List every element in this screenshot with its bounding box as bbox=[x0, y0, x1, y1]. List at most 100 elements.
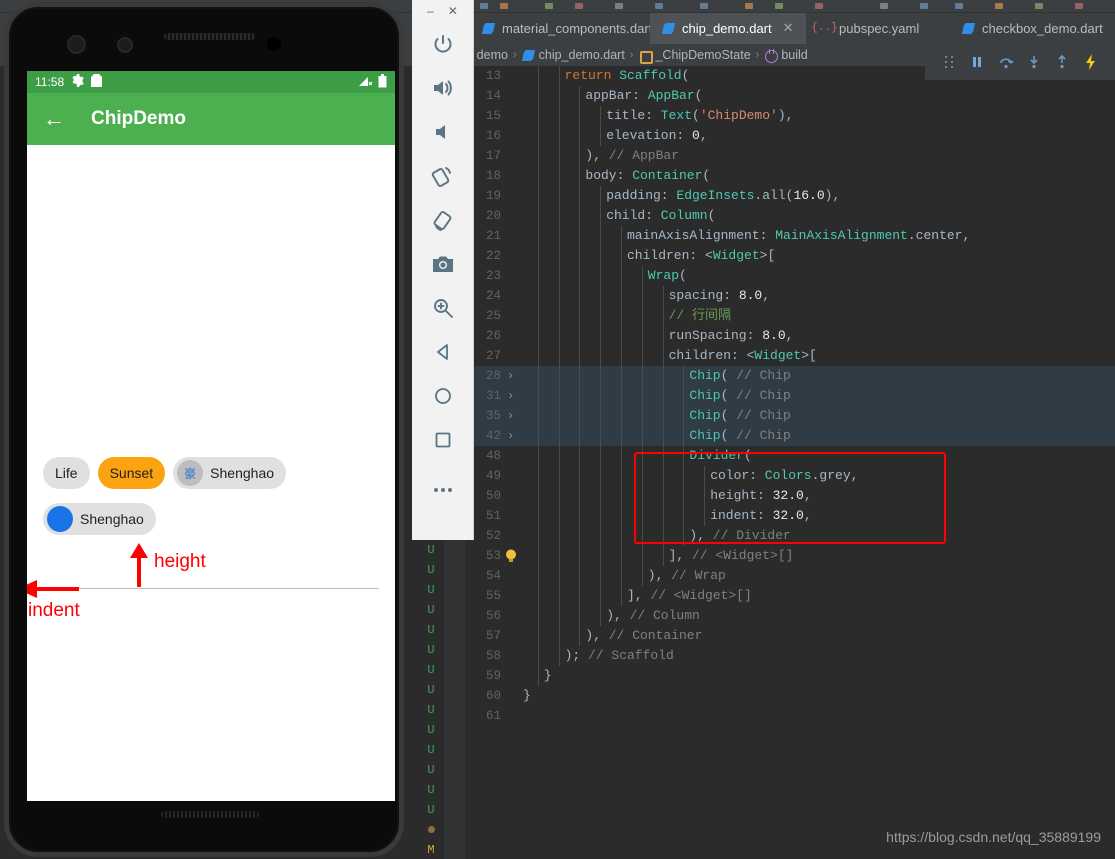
lightbulb-intention-icon[interactable] bbox=[505, 549, 517, 563]
code-line[interactable]: 61 bbox=[465, 706, 1115, 726]
code-text: title: Text('ChipDemo'), bbox=[606, 108, 794, 123]
toolbar-button[interactable] bbox=[480, 3, 488, 9]
editor-tab-material-components[interactable]: material_components.dart bbox=[470, 13, 664, 44]
code-line[interactable]: 14 appBar: AppBar( bbox=[465, 86, 1115, 106]
code-text: } bbox=[543, 668, 552, 683]
code-line[interactable]: 17), // AppBar bbox=[465, 146, 1115, 166]
code-line[interactable]: 15 title: Text('ChipDemo'), bbox=[465, 106, 1115, 126]
breadcrumb-item-chipdemostate[interactable]: _ChipDemoState bbox=[638, 48, 751, 64]
breadcrumb-item-build[interactable]: build bbox=[764, 48, 808, 63]
step-into-icon[interactable] bbox=[1023, 51, 1045, 73]
screenshot-camera-icon[interactable] bbox=[421, 242, 465, 286]
editor-tab-pubspec[interactable]: {..} pubspec.yaml bbox=[805, 13, 931, 44]
toolbar-button[interactable] bbox=[745, 3, 753, 9]
code-line[interactable]: 26 runSpacing: 8.0, bbox=[465, 326, 1115, 346]
code-line[interactable]: 58); // Scaffold bbox=[465, 646, 1115, 666]
power-icon[interactable] bbox=[421, 22, 465, 66]
toolbar-button[interactable] bbox=[655, 3, 663, 9]
chevron-right-icon[interactable]: › bbox=[507, 426, 514, 446]
back-button[interactable]: ← bbox=[43, 106, 65, 132]
code-line[interactable]: 24 spacing: 8.0, bbox=[465, 286, 1115, 306]
toolbar-button[interactable] bbox=[575, 3, 583, 9]
back-nav-icon[interactable] bbox=[421, 330, 465, 374]
chip-life[interactable]: Life bbox=[43, 457, 90, 489]
code-line[interactable]: 31 › Chip( // Chip bbox=[465, 386, 1115, 406]
vcs-marker-dot bbox=[418, 820, 444, 840]
zoom-icon[interactable] bbox=[421, 286, 465, 330]
toolbar-button[interactable] bbox=[955, 3, 963, 9]
yaml-icon: {..} bbox=[811, 22, 838, 34]
code-line[interactable]: 54), // Wrap bbox=[465, 566, 1115, 586]
code-line[interactable]: 60} bbox=[465, 686, 1115, 706]
code-line[interactable]: 35 › Chip( // Chip bbox=[465, 406, 1115, 426]
drag-handle-icon[interactable] bbox=[938, 51, 960, 73]
toolbar-button[interactable] bbox=[815, 3, 823, 9]
emulator-control-toolbar[interactable]: – ✕ bbox=[412, 0, 474, 540]
toolbar-button[interactable] bbox=[775, 3, 783, 9]
chevron-right-icon[interactable]: › bbox=[507, 366, 514, 386]
code-line[interactable]: 57), // Container bbox=[465, 626, 1115, 646]
code-line[interactable]: 27 children: <Widget>[ bbox=[465, 346, 1115, 366]
code-line[interactable]: 48 Divider( bbox=[465, 446, 1115, 466]
hot-reload-icon[interactable] bbox=[1080, 51, 1102, 73]
chip-shenghao-text-avatar[interactable]: 豪 Shenghao bbox=[173, 457, 287, 489]
code-line[interactable]: 55], // <Widget>[] bbox=[465, 586, 1115, 606]
more-options-icon[interactable] bbox=[421, 468, 465, 512]
chip-sunset[interactable]: Sunset bbox=[97, 457, 166, 489]
toolbar-button[interactable] bbox=[545, 3, 553, 9]
code-editor[interactable]: 13 return Scaffold(14 appBar: AppBar(15 tit… bbox=[465, 66, 1115, 859]
height-annotation-label: height bbox=[154, 551, 206, 572]
toolbar-button[interactable] bbox=[1075, 3, 1083, 9]
code-line[interactable]: 49 color: Colors.grey, bbox=[465, 466, 1115, 486]
toolbar-button[interactable] bbox=[1035, 3, 1043, 9]
breadcrumb-item-demo[interactable]: demo bbox=[477, 48, 508, 62]
overview-nav-icon[interactable] bbox=[421, 418, 465, 462]
code-line[interactable]: 18 body: Container( bbox=[465, 166, 1115, 186]
minimize-icon[interactable]: – bbox=[427, 5, 434, 17]
code-line[interactable]: 50 height: 32.0, bbox=[465, 486, 1115, 506]
chip-shenghao-image-avatar[interactable]: Shenghao bbox=[43, 503, 156, 535]
chevron-right-icon[interactable]: › bbox=[507, 406, 514, 426]
chevron-right-icon[interactable]: › bbox=[507, 386, 514, 406]
toolbar-button[interactable] bbox=[500, 3, 508, 9]
code-line[interactable]: 28 › Chip( // Chip bbox=[465, 366, 1115, 386]
pause-program-icon[interactable] bbox=[966, 51, 988, 73]
volume-down-icon[interactable] bbox=[421, 110, 465, 154]
code-line[interactable]: 25// 行间隔 bbox=[465, 306, 1115, 326]
home-nav-icon[interactable] bbox=[421, 374, 465, 418]
step-out-icon[interactable] bbox=[1051, 51, 1073, 73]
avatar bbox=[47, 506, 73, 532]
volume-up-icon[interactable] bbox=[421, 66, 465, 110]
emulator-window-controls[interactable]: – ✕ bbox=[412, 0, 473, 22]
code-line[interactable]: 20 child: Column( bbox=[465, 206, 1115, 226]
editor-tab-checkbox-demo[interactable]: checkbox_demo.dart bbox=[950, 13, 1115, 44]
toolbar-button[interactable] bbox=[995, 3, 1003, 9]
rotate-left-icon[interactable] bbox=[421, 154, 465, 198]
code-line[interactable]: 23 Wrap( bbox=[465, 266, 1115, 286]
android-emulator[interactable]: 11:58 ← ChipDemo Life Sunset 豪 Shenghao … bbox=[0, 0, 412, 859]
code-text: Divider( bbox=[689, 448, 752, 463]
close-icon[interactable]: ✕ bbox=[783, 20, 794, 36]
toolbar-button[interactable] bbox=[615, 3, 623, 9]
phone-screen[interactable]: 11:58 ← ChipDemo Life Sunset 豪 Shenghao … bbox=[27, 71, 395, 801]
debug-toolbar[interactable] bbox=[925, 44, 1115, 80]
step-over-icon[interactable] bbox=[995, 51, 1017, 73]
toolbar-button[interactable] bbox=[920, 3, 928, 9]
code-line[interactable]: 56), // Column bbox=[465, 606, 1115, 626]
editor-tab-chip-demo[interactable]: chip_demo.dart ✕ bbox=[650, 13, 806, 44]
toolbar-button[interactable] bbox=[700, 3, 708, 9]
toolbar-button[interactable] bbox=[880, 3, 888, 9]
close-icon[interactable]: ✕ bbox=[448, 5, 458, 17]
breadcrumb-item-chip-demo[interactable]: chip_demo.dart bbox=[522, 48, 625, 62]
code-line[interactable]: 19 padding: EdgeInsets.all(16.0), bbox=[465, 186, 1115, 206]
code-line[interactable]: 52), // Divider bbox=[465, 526, 1115, 546]
code-line[interactable]: 42 › Chip( // Chip bbox=[465, 426, 1115, 446]
code-line[interactable]: 22 children: <Widget>[ bbox=[465, 246, 1115, 266]
vcs-marker-unversioned: U bbox=[427, 603, 435, 617]
code-line[interactable]: 53], // <Widget>[] bbox=[465, 546, 1115, 566]
code-line[interactable]: 21 mainAxisAlignment: MainAxisAlignment.c… bbox=[465, 226, 1115, 246]
code-line[interactable]: 16 elevation: 0, bbox=[465, 126, 1115, 146]
code-line[interactable]: 59} bbox=[465, 666, 1115, 686]
rotate-right-icon[interactable] bbox=[421, 198, 465, 242]
code-line[interactable]: 51 indent: 32.0, bbox=[465, 506, 1115, 526]
